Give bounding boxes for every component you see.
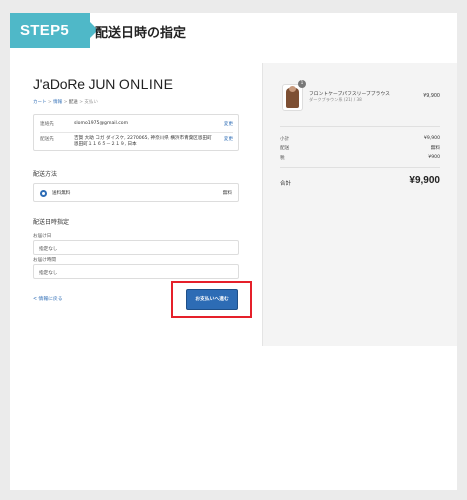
logo-sub: ONLINE (118, 76, 174, 92)
product-thumbnail (282, 84, 303, 111)
ship-to-line1: 吉賀 大助 コガ ダイスケ, 2270065, 神奈川県 横浜市青葉区恩田町 (74, 136, 212, 141)
product-image-head (289, 86, 296, 92)
divider (280, 126, 440, 127)
shipping-option[interactable]: 送料無料 無料 (33, 183, 239, 202)
step-badge: STEP5 (10, 13, 98, 48)
change-ship-to-link[interactable]: 変更 (224, 136, 233, 142)
subtotal-row: 小計 ¥9,900 (280, 136, 440, 142)
shipping-value: 無料 (430, 146, 440, 151)
quantity-badge: 1 (298, 80, 306, 88)
contact-value: slomo1975@gmail.com (74, 121, 129, 126)
breadcrumb-payment: 支払い (84, 100, 98, 105)
total-value: ¥9,900 (409, 175, 440, 186)
ship-to-label: 配送先 (40, 137, 54, 142)
shipping-option-price: 無料 (222, 191, 232, 196)
subtotal-value: ¥9,900 (423, 136, 440, 141)
delivery-date-label: お届け日 (33, 234, 52, 239)
delivery-time-label: お届け時間 (33, 258, 56, 263)
delivery-title: 配送日時指定 (33, 219, 70, 226)
change-contact-link[interactable]: 変更 (224, 121, 233, 127)
continue-to-payment-button[interactable]: お支払いへ進む (186, 289, 238, 310)
shipping-method-title: 配送方法 (33, 171, 58, 178)
delivery-time-select[interactable]: 指定なし (33, 264, 239, 279)
breadcrumb-shipping: 配送 (68, 100, 78, 105)
product-name: フロントケーブパフスリーブブラウス (309, 92, 390, 97)
shipping-radio[interactable] (40, 190, 47, 197)
tax-row: 税 ¥900 (280, 155, 440, 161)
step-label: STEP5 (20, 22, 70, 39)
ship-to-line2: 恩田町１１６５－２１９, 日本 (74, 142, 137, 147)
back-to-info-link[interactable]: < 情報に戻る (33, 295, 63, 302)
contact-summary-box: 連絡先 slomo1975@gmail.com 変更 配送先 吉賀 大助 コガ … (33, 114, 239, 151)
tax-label: 税 (280, 156, 285, 161)
total-label: 合計 (280, 181, 292, 187)
page-title: 配送日時の指定 (95, 26, 187, 41)
ship-to-value: 吉賀 大助 コガ ダイスケ, 2270065, 神奈川県 横浜市青葉区恩田町 恩… (74, 136, 224, 148)
breadcrumb: カート > 情報 > 配送 > 支払い (33, 99, 98, 105)
product-price: ¥9,900 (423, 94, 440, 99)
contact-label: 連絡先 (40, 122, 54, 127)
shipping-option-label: 送料無料 (52, 191, 71, 196)
subtotal-label: 小計 (280, 137, 290, 142)
order-summary: 1 フロントケーブパフスリーブブラウス ダークブラウン系 (21) / 38 ¥… (262, 63, 457, 346)
store-logo[interactable]: J'aDoRe JUN ONLINE (33, 76, 173, 92)
divider (40, 132, 233, 133)
logo-main: J'aDoRe JUN (33, 76, 116, 92)
shipping-row: 配送 無料 (280, 145, 440, 151)
page-card: STEP5 配送日時の指定 J'aDoRe JUN ONLINE カート > 情… (10, 13, 457, 490)
breadcrumb-cart[interactable]: カート (33, 100, 47, 105)
tax-value: ¥900 (428, 155, 440, 160)
delivery-date-select[interactable]: 指定なし (33, 240, 239, 255)
breadcrumb-info[interactable]: 情報 (53, 100, 62, 105)
breadcrumb-separator: > (62, 100, 69, 105)
shipping-label: 配送 (280, 146, 290, 151)
product-variant: ダークブラウン系 (21) / 38 (309, 97, 362, 102)
divider (280, 167, 440, 168)
